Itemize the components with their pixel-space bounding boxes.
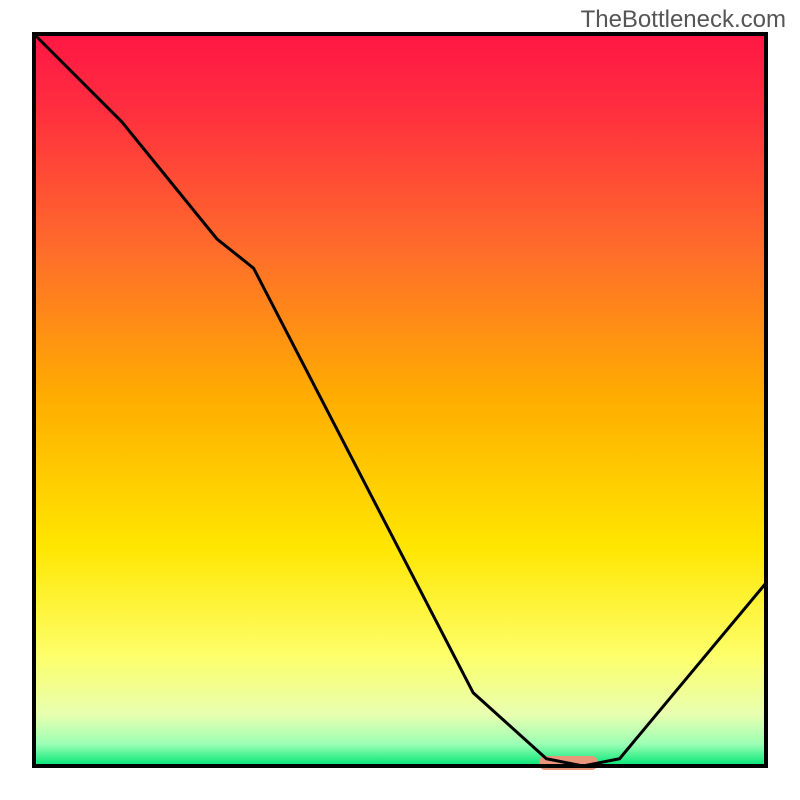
chart-svg (0, 0, 800, 800)
bottleneck-chart: TheBottleneck.com (0, 0, 800, 800)
watermark-text: TheBottleneck.com (581, 6, 786, 34)
plot-background (34, 34, 766, 766)
